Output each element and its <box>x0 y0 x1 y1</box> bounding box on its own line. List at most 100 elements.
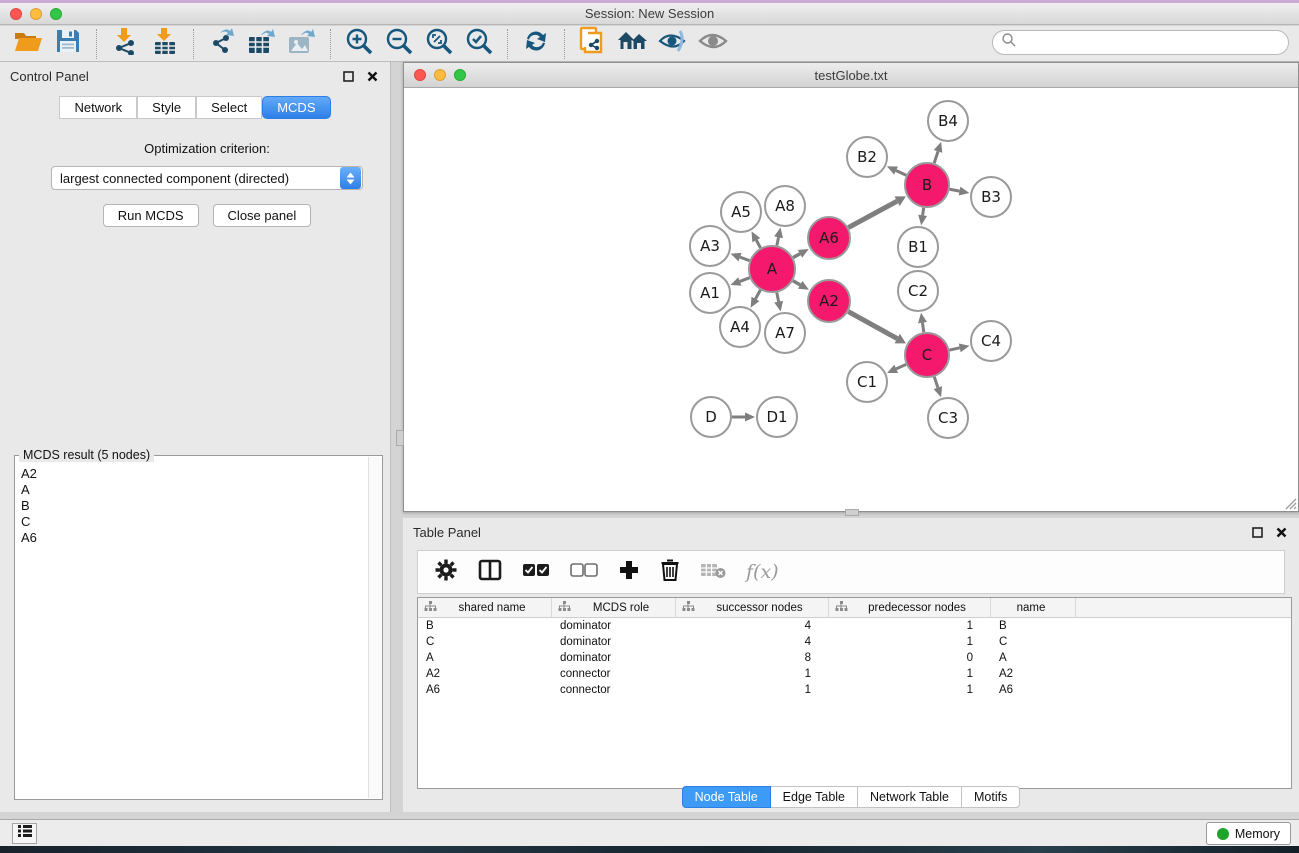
mcds-result-scrollbar[interactable] <box>368 457 381 798</box>
table-cell[interactable]: A6 <box>418 682 552 698</box>
table-cell[interactable]: B <box>418 618 552 634</box>
table-cell[interactable]: 0 <box>829 650 991 666</box>
graph-edge-A-A3[interactable] <box>740 257 749 261</box>
graph-edge-C-C2[interactable] <box>922 323 923 333</box>
table-cell[interactable]: 1 <box>676 682 829 698</box>
optimization-criterion-select[interactable]: largest connected component (directed) <box>51 166 363 190</box>
home-view-button[interactable] <box>617 29 649 59</box>
column-header-MCDS-role[interactable]: MCDS role <box>552 598 676 617</box>
network-window-titlebar[interactable]: testGlobe.txt <box>404 63 1298 88</box>
table-cell[interactable]: 4 <box>676 618 829 634</box>
column-header-name[interactable]: name <box>991 598 1076 617</box>
graph-edge-A-A4[interactable] <box>755 290 760 299</box>
search-field[interactable] <box>992 30 1289 55</box>
open-session-button[interactable] <box>12 29 44 59</box>
tab-network[interactable]: Network <box>59 96 137 119</box>
graph-edge-A-A8[interactable] <box>777 237 779 245</box>
graph-edge-B-B2[interactable] <box>896 171 906 176</box>
memory-button[interactable]: Memory <box>1206 822 1291 845</box>
table-cell[interactable]: connector <box>552 666 676 682</box>
table-cell[interactable]: C <box>991 634 1076 650</box>
graph-edge-A-A5[interactable] <box>756 240 760 248</box>
graph-edge-C-C3[interactable] <box>934 377 938 388</box>
table-cell[interactable]: 1 <box>829 618 991 634</box>
table-cell[interactable]: A6 <box>991 682 1076 698</box>
table-row[interactable]: A2connector11A2 <box>418 666 1291 682</box>
table-cell[interactable]: A <box>418 650 552 666</box>
search-input[interactable] <box>1017 33 1288 53</box>
table-row[interactable]: Bdominator41B <box>418 618 1291 634</box>
table-cell[interactable]: A2 <box>991 666 1076 682</box>
graph-edge-A-A1[interactable] <box>740 278 750 282</box>
delete-table-button[interactable] <box>700 561 726 584</box>
float-table-panel-button[interactable] <box>1249 524 1265 540</box>
export-image-button[interactable] <box>286 29 318 59</box>
graph-edge-B-B3[interactable] <box>950 189 960 191</box>
zoom-selected-button[interactable] <box>463 29 495 59</box>
column-header-predecessor-nodes[interactable]: predecessor nodes <box>829 598 991 617</box>
add-row-button[interactable] <box>618 559 640 586</box>
table-cell[interactable]: A2 <box>418 666 552 682</box>
deselect-all-checkboxes-button[interactable] <box>570 563 598 582</box>
tab-mcds[interactable]: MCDS <box>262 96 330 119</box>
table-cell[interactable]: connector <box>552 682 676 698</box>
table-cell[interactable]: dominator <box>552 650 676 666</box>
refresh-button[interactable] <box>520 29 552 59</box>
pane-divider-handle-left[interactable] <box>396 430 404 446</box>
table-cell[interactable]: 1 <box>829 666 991 682</box>
graph-edge-B-B1[interactable] <box>923 208 924 216</box>
graph-edge-B-B4[interactable] <box>934 151 938 163</box>
window-resize-grip[interactable] <box>1283 496 1297 510</box>
table-cell[interactable]: A <box>991 650 1076 666</box>
tab-node-table[interactable]: Node Table <box>682 786 771 808</box>
table-cell[interactable]: dominator <box>552 634 676 650</box>
tab-select[interactable]: Select <box>196 96 262 119</box>
table-row[interactable]: Cdominator41C <box>418 634 1291 650</box>
table-cell[interactable]: 1 <box>829 682 991 698</box>
tab-edge-table[interactable]: Edge Table <box>771 786 858 808</box>
zoom-fit-button[interactable] <box>423 29 455 59</box>
clone-network-button[interactable] <box>577 29 609 59</box>
table-cell[interactable]: 4 <box>676 634 829 650</box>
import-network-button[interactable] <box>109 29 141 59</box>
column-settings-button[interactable] <box>434 558 458 587</box>
save-session-button[interactable] <box>52 29 84 59</box>
import-table-button[interactable] <box>149 29 181 59</box>
pane-divider-handle-bottom[interactable] <box>845 509 859 516</box>
tab-motifs[interactable]: Motifs <box>962 786 1020 808</box>
close-panel-button[interactable] <box>364 68 380 84</box>
graph-edge-A6-B[interactable] <box>848 201 897 227</box>
table-cell[interactable]: B <box>991 618 1076 634</box>
close-mcds-panel-button[interactable]: Close panel <box>213 204 312 227</box>
close-table-panel-button[interactable] <box>1273 524 1289 540</box>
export-network-button[interactable] <box>206 29 238 59</box>
table-cell[interactable]: dominator <box>552 618 676 634</box>
export-table-button[interactable] <box>246 29 278 59</box>
table-cell[interactable]: 1 <box>829 634 991 650</box>
graph-edge-C-C4[interactable] <box>949 348 959 350</box>
task-history-button[interactable] <box>12 823 37 844</box>
split-view-button[interactable] <box>478 559 502 586</box>
table-cell[interactable]: 1 <box>676 666 829 682</box>
column-header-shared-name[interactable]: shared name <box>418 598 552 617</box>
table-cell[interactable]: C <box>418 634 552 650</box>
graph-edge-A-A7[interactable] <box>777 293 779 302</box>
network-canvas[interactable]: B4B2BB3A5A8A6A3B1AA1C2A2A4A7CC4C1C3DD1 <box>404 88 1298 511</box>
run-mcds-button[interactable]: Run MCDS <box>103 204 199 227</box>
float-panel-button[interactable] <box>340 68 356 84</box>
table-cell[interactable]: 8 <box>676 650 829 666</box>
zoom-out-button[interactable] <box>383 29 415 59</box>
graph-edge-A-A6[interactable] <box>793 254 800 258</box>
delete-rows-button[interactable] <box>660 558 680 587</box>
hide-details-button[interactable] <box>657 29 689 59</box>
tab-network-table[interactable]: Network Table <box>858 786 962 808</box>
show-details-button[interactable] <box>697 29 729 59</box>
graph-edge-C-C1[interactable] <box>896 364 906 368</box>
graph-edge-A-A2[interactable] <box>793 281 800 285</box>
select-all-checkboxes-button[interactable] <box>522 563 550 582</box>
zoom-in-button[interactable] <box>343 29 375 59</box>
table-row[interactable]: A6connector11A6 <box>418 682 1291 698</box>
function-builder-button[interactable]: f(x) <box>746 561 779 583</box>
table-row[interactable]: Adominator80A <box>418 650 1291 666</box>
graph-edge-A2-C[interactable] <box>848 312 897 339</box>
